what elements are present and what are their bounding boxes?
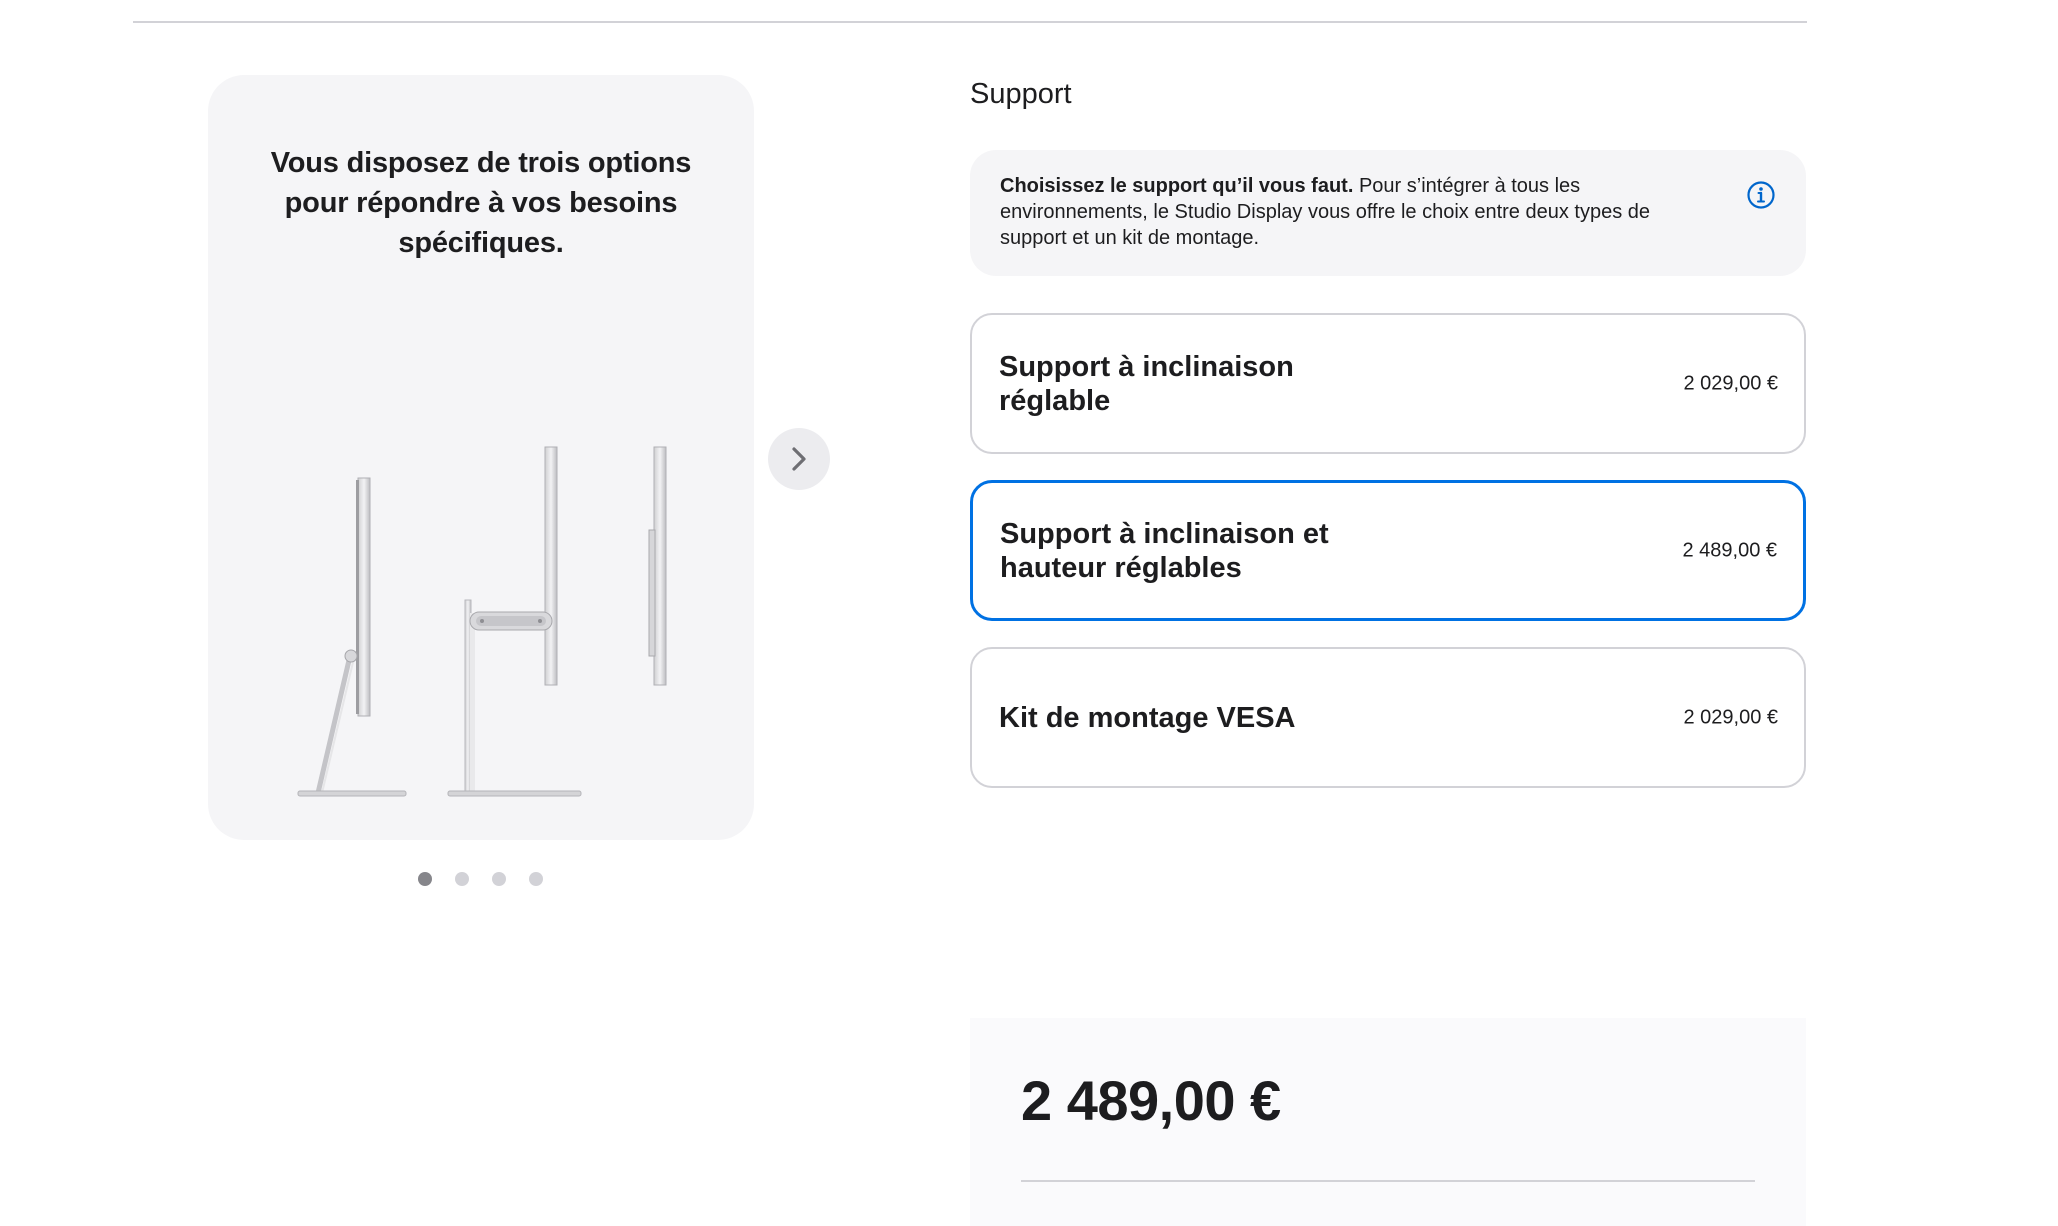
pagination-dot-4[interactable] (529, 872, 543, 886)
price-summary: 2 489,00 € (970, 1018, 1806, 1226)
info-text: Choisissez le support qu’il vous faut. P… (1000, 173, 1700, 251)
section-title: Support (970, 78, 1072, 110)
info-bold-text: Choisissez le support qu’il vous faut. (1000, 175, 1354, 197)
pagination-dot-2[interactable] (455, 872, 469, 886)
pagination-dot-1[interactable] (418, 872, 432, 886)
tilt-stand-display (297, 477, 407, 797)
option-label: Support à inclinaison réglable (999, 350, 1294, 417)
option-tilt-stand[interactable]: Support à inclinaison réglable 2 029,00 … (970, 313, 1806, 454)
top-divider (133, 21, 1807, 23)
tilt-height-stand-display (447, 446, 582, 797)
vesa-mount-display (648, 446, 667, 686)
stand-gallery: Vous disposez de trois options pour répo… (208, 75, 754, 840)
gallery-next-button[interactable] (768, 428, 830, 490)
total-price: 2 489,00 € (1021, 1069, 1281, 1132)
info-circle-icon[interactable] (1746, 180, 1776, 210)
option-price: 2 029,00 € (1683, 706, 1778, 728)
chevron-right-icon (792, 447, 806, 471)
stand-options-illustration (297, 446, 667, 797)
option-tilt-height-stand[interactable]: Support à inclinaison et hauteur réglabl… (970, 480, 1806, 621)
pagination-dot-3[interactable] (492, 872, 506, 886)
support-info-box: Choisissez le support qu’il vous faut. P… (970, 150, 1806, 276)
gallery-pagination (418, 872, 543, 886)
summary-divider (1021, 1180, 1755, 1182)
option-vesa-kit[interactable]: Kit de montage VESA 2 029,00 € (970, 647, 1806, 788)
option-price: 2 029,00 € (1683, 372, 1778, 394)
option-label: Kit de montage VESA (999, 701, 1296, 734)
option-label: Support à inclinaison et hauteur réglabl… (1000, 517, 1329, 584)
option-price: 2 489,00 € (1682, 539, 1777, 561)
